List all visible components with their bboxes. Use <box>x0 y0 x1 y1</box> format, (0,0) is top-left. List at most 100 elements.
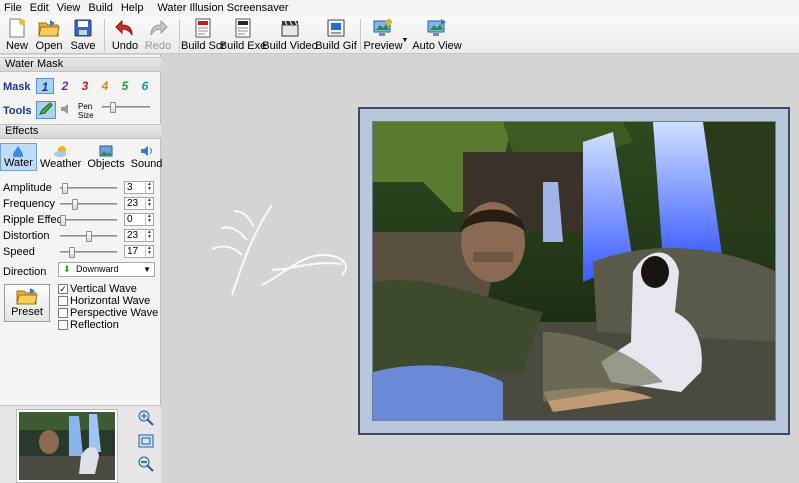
distortion-slider[interactable] <box>60 231 117 242</box>
tab-objects[interactable]: Objects <box>84 143 127 171</box>
speed-slider[interactable] <box>60 247 117 258</box>
redo-arrow-icon <box>147 17 169 39</box>
speed-label: Speed <box>3 246 35 258</box>
navigator-thumbnail[interactable] <box>16 409 118 483</box>
frequency-row: Frequency 23 ▲ ▼ <box>0 197 161 211</box>
frequency-slider-thumb[interactable] <box>71 199 78 210</box>
tab-water[interactable]: Water <box>0 143 37 171</box>
image-preview-frame[interactable] <box>358 107 790 435</box>
reflection-option[interactable]: Reflection <box>58 319 119 331</box>
auto-view-button[interactable]: Auto View <box>412 16 462 54</box>
menu-view[interactable]: View <box>53 0 85 16</box>
mask-button-5[interactable]: 5 <box>116 78 134 94</box>
pen-size-slider[interactable] <box>102 102 150 113</box>
zoom-in-button[interactable] <box>138 410 154 426</box>
zoom-out-button[interactable] <box>138 456 154 472</box>
pencil-icon <box>39 102 53 115</box>
spin-arrows-icon[interactable]: ▲ ▼ <box>145 214 153 225</box>
horizontal-wave-option[interactable]: Horizontal Wave <box>58 295 150 307</box>
undo-arrow-icon <box>114 17 136 39</box>
build-video-button[interactable]: Build Video <box>262 16 318 54</box>
open-button[interactable]: Open <box>32 16 66 54</box>
objects-picture-icon <box>99 145 113 157</box>
effects-tabs: Water Weather Objects Sound <box>0 143 162 171</box>
ripple-effect-slider-thumb[interactable] <box>60 215 66 226</box>
amplitude-slider-thumb[interactable] <box>61 183 68 194</box>
menu-build[interactable]: Build <box>84 0 116 16</box>
frequency-spinbox[interactable]: 23 ▲ ▼ <box>124 197 154 210</box>
mask-button-3[interactable]: 3 <box>76 78 94 94</box>
amplitude-spinbox[interactable]: 3 ▲ ▼ <box>124 181 154 194</box>
ripple-effect-spinbox[interactable]: 0 ▲ ▼ <box>124 213 154 226</box>
fit-to-window-button[interactable] <box>138 433 154 449</box>
mask-label: Mask <box>3 81 31 93</box>
distortion-spinbox[interactable]: 23 ▲ ▼ <box>124 229 154 242</box>
speaker-eraser-icon <box>61 104 68 114</box>
waterfall-scene-image <box>373 122 775 420</box>
mask-button-2[interactable]: 2 <box>56 78 74 94</box>
spin-arrows-icon[interactable]: ▲ ▼ <box>145 246 153 257</box>
perspective-wave-checkbox[interactable] <box>58 308 68 318</box>
speed-slider-thumb[interactable] <box>68 247 75 258</box>
preview-button[interactable]: Preview <box>363 16 403 54</box>
mask-button-1[interactable]: 1 <box>36 78 54 94</box>
water-drop-icon <box>13 146 24 157</box>
preview-monitor-icon <box>372 17 394 39</box>
frequency-label: Frequency <box>3 198 55 210</box>
amplitude-label: Amplitude <box>3 182 52 194</box>
vertical-wave-option[interactable]: ✓ Vertical Wave <box>58 283 137 295</box>
distortion-row: Distortion 23 ▲ ▼ <box>0 229 161 243</box>
toolbar-separator <box>360 19 361 51</box>
amplitude-slider[interactable] <box>60 183 117 194</box>
menu-help[interactable]: Help <box>117 0 148 16</box>
reflection-checkbox[interactable] <box>58 320 68 330</box>
pen-size-label: Pen Size <box>78 102 94 120</box>
spin-arrows-icon[interactable]: ▲ ▼ <box>145 182 153 193</box>
graficamia-watermark-logo <box>211 204 347 296</box>
vertical-wave-checkbox[interactable]: ✓ <box>58 284 68 294</box>
screensaver-document-icon <box>192 17 214 39</box>
pen-size-slider-thumb[interactable] <box>110 102 117 113</box>
preset-button[interactable]: Preset <box>4 284 50 322</box>
toolbar-separator <box>179 19 180 51</box>
undo-button[interactable]: Undo <box>109 16 141 54</box>
new-button[interactable]: New <box>2 16 32 54</box>
spin-arrows-icon[interactable]: ▲ ▼ <box>145 198 153 209</box>
chevron-down-icon: ▼ <box>143 265 151 274</box>
gif-image-icon <box>325 17 347 39</box>
spin-arrows-icon[interactable]: ▲ ▼ <box>145 230 153 241</box>
build-exe-button[interactable]: Build Exe <box>220 16 266 54</box>
pen-tool-button[interactable] <box>36 101 56 119</box>
tab-sound[interactable]: Sound <box>128 143 166 171</box>
weather-sun-cloud-icon <box>53 146 66 157</box>
perspective-wave-option[interactable]: Perspective Wave <box>58 307 158 319</box>
frequency-slider[interactable] <box>60 199 117 210</box>
image-preview[interactable] <box>372 121 776 421</box>
mask-button-6[interactable]: 6 <box>136 78 154 94</box>
distortion-slider-thumb[interactable] <box>85 231 92 242</box>
mask-button-4[interactable]: 4 <box>96 78 114 94</box>
redo-button[interactable]: Redo <box>141 16 175 54</box>
tab-weather[interactable]: Weather <box>37 143 84 171</box>
distortion-label: Distortion <box>3 230 50 242</box>
toolbar: New Open Save Undo Redo Build Scr Build … <box>0 16 799 54</box>
water-mask-header: Water Mask <box>0 57 161 72</box>
eraser-tool-button[interactable] <box>60 102 72 116</box>
build-gif-button[interactable]: Build Gif <box>315 16 357 54</box>
ripple-effect-slider[interactable] <box>60 215 117 226</box>
app-title: Water Illusion Screensaver <box>157 2 289 14</box>
menu-file[interactable]: File <box>0 0 26 16</box>
thumbnail-image <box>19 412 115 480</box>
menu-edit[interactable]: Edit <box>26 0 53 16</box>
preview-dropdown-arrow[interactable]: ▼ <box>401 16 409 54</box>
effects-header: Effects <box>0 124 161 139</box>
build-scr-button[interactable]: Build Scr <box>181 16 225 54</box>
chevron-down-icon: ▼ <box>401 37 409 44</box>
executable-document-icon <box>232 17 254 39</box>
save-button[interactable]: Save <box>66 16 100 54</box>
ripple-effect-label: Ripple Effect <box>3 214 66 226</box>
horizontal-wave-checkbox[interactable] <box>58 296 68 306</box>
tools-label: Tools <box>3 105 32 117</box>
speed-spinbox[interactable]: 17 ▲ ▼ <box>124 245 154 258</box>
direction-dropdown[interactable]: ⬇ Downward ▼ <box>58 262 155 277</box>
